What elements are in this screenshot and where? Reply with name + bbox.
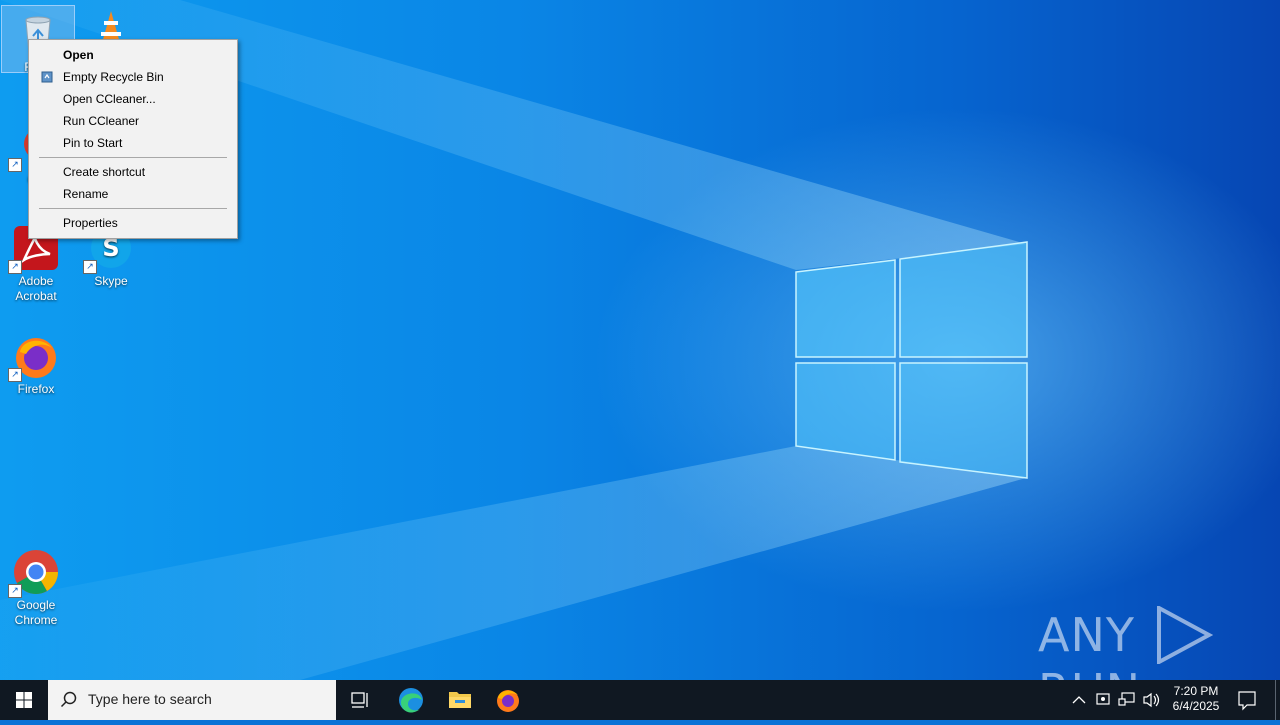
search-icon xyxy=(60,691,77,708)
desktop-icon-label: Skype xyxy=(94,274,128,288)
show-desktop-button[interactable] xyxy=(1275,680,1280,720)
action-center-button[interactable] xyxy=(1232,680,1262,720)
desktop-icon-firefox[interactable]: ↗ Firefox xyxy=(0,328,72,397)
shortcut-arrow-icon: ↗ xyxy=(8,368,22,382)
shortcut-arrow-icon: ↗ xyxy=(8,584,22,598)
menu-item-run-ccleaner[interactable]: Run CCleaner xyxy=(29,110,237,132)
search-placeholder: Type here to search xyxy=(88,691,212,707)
speaker-icon xyxy=(1143,692,1160,708)
desktop-icon-google-chrome[interactable]: ↗ Google Chrome xyxy=(0,544,72,628)
desktop-icon-label: Firefox xyxy=(17,382,55,396)
anyrun-play-icon xyxy=(1156,604,1213,665)
menu-item-pin-to-start[interactable]: Pin to Start xyxy=(29,132,237,154)
context-menu: Open Empty Recycle Bin Open CCleaner... … xyxy=(28,39,238,239)
network-button[interactable] xyxy=(1116,680,1138,720)
menu-item-open-ccleaner[interactable]: Open CCleaner... xyxy=(29,88,237,110)
show-hidden-icons-button[interactable] xyxy=(1068,680,1090,720)
clock[interactable]: 7:20 PM 6/4/2025 xyxy=(1166,680,1226,724)
windows-logo-icon xyxy=(16,692,32,708)
menu-item-label: Empty Recycle Bin xyxy=(63,70,164,84)
chrome-icon: ↗ xyxy=(8,548,60,598)
menu-item-rename[interactable]: Rename xyxy=(29,183,237,205)
clock-date: 6/4/2025 xyxy=(1172,699,1220,713)
taskbar-search-box[interactable]: Type here to search xyxy=(48,680,336,720)
firefox-icon: ↗ xyxy=(8,332,60,382)
menu-item-empty-recycle-bin[interactable]: Empty Recycle Bin xyxy=(29,66,237,88)
clock-time: 7:20 PM xyxy=(1173,684,1219,698)
menu-separator xyxy=(39,157,227,158)
taskbar-firefox-button[interactable] xyxy=(486,680,530,720)
edge-icon xyxy=(399,688,423,713)
menu-item-properties[interactable]: Properties xyxy=(29,212,237,234)
device-icon xyxy=(1096,693,1110,705)
menu-item-create-shortcut[interactable]: Create shortcut xyxy=(29,161,237,183)
anyrun-watermark: ANY RUN xyxy=(1038,604,1280,680)
taskbar: Type here to search 7:20 PM 6/4/2025 xyxy=(0,680,1280,720)
start-button[interactable] xyxy=(0,680,48,720)
folder-icon xyxy=(449,692,471,708)
desktop-icon-label: Google Chrome xyxy=(14,598,58,627)
notification-icon xyxy=(1238,691,1256,711)
shortcut-arrow-icon: ↗ xyxy=(8,158,22,172)
taskbar-edge-button[interactable] xyxy=(390,680,432,720)
taskbar-file-explorer-button[interactable] xyxy=(438,680,482,720)
task-view-button[interactable] xyxy=(340,680,380,720)
desktop-icon-label: Adobe Acrobat xyxy=(15,274,57,303)
chevron-up-icon xyxy=(1072,696,1086,704)
shortcut-arrow-icon: ↗ xyxy=(83,260,97,274)
tray-device-icon[interactable] xyxy=(1092,680,1114,720)
volume-button[interactable] xyxy=(1140,680,1162,720)
task-view-icon xyxy=(351,692,368,708)
network-icon xyxy=(1118,692,1135,706)
firefox-icon xyxy=(497,690,519,712)
menu-separator xyxy=(39,208,227,209)
shortcut-arrow-icon: ↗ xyxy=(8,260,22,274)
recycle-bin-icon xyxy=(41,71,53,83)
menu-item-open[interactable]: Open xyxy=(29,44,237,66)
